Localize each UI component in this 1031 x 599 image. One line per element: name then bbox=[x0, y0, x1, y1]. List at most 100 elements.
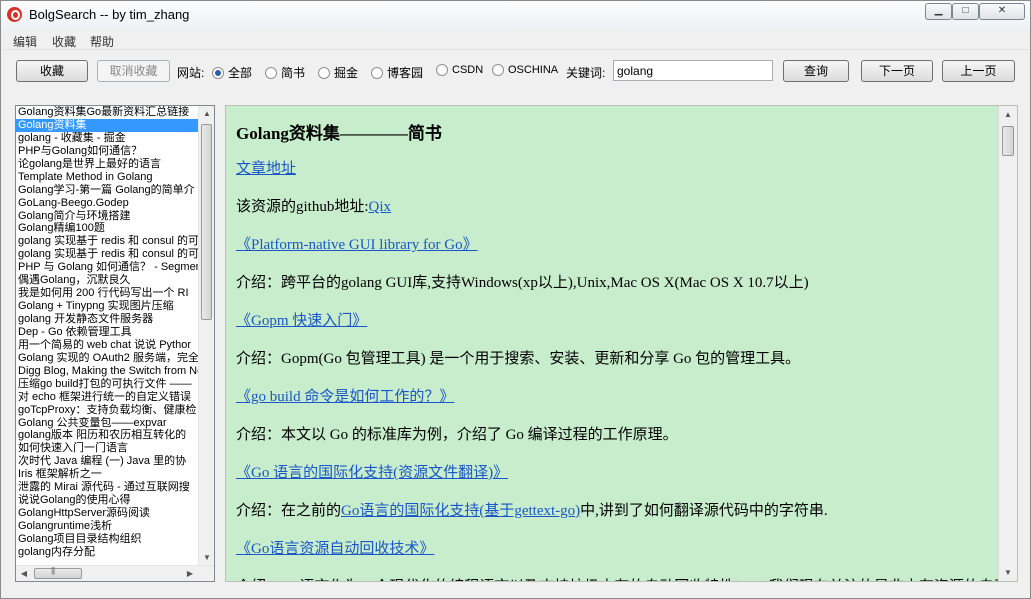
list-item[interactable]: Golang精编100题 bbox=[16, 222, 200, 235]
list-item[interactable]: golang内存分配 bbox=[16, 546, 200, 559]
minimize-icon: ▁ bbox=[934, 5, 943, 16]
list-item[interactable]: 对 echo 框架进行统一的自定义错误 bbox=[16, 391, 200, 404]
github-prefix: 该资源的github地址: bbox=[236, 199, 369, 215]
scroll-down-arrow-icon[interactable]: ▼ bbox=[199, 550, 214, 566]
list-item[interactable]: GoLang-Beego.Godep bbox=[16, 197, 200, 210]
article-link[interactable]: 《Gopm 快速入门》 bbox=[236, 313, 367, 329]
site-radio-oschina[interactable]: OSCHINA bbox=[492, 64, 558, 76]
scroll-up-arrow-icon[interactable]: ▲ bbox=[999, 106, 1017, 123]
list-scroll-thumb[interactable] bbox=[201, 124, 212, 320]
list-item[interactable]: Golangruntime浅析 bbox=[16, 520, 200, 533]
list-hscroll-thumb[interactable] bbox=[34, 566, 82, 579]
article-scrollbar[interactable]: ▲ ▼ bbox=[998, 106, 1017, 581]
scroll-right-arrow-icon[interactable]: ▶ bbox=[182, 566, 198, 581]
site-radio-label: 全部 bbox=[228, 66, 253, 80]
menu-bar: 编辑 收藏 帮助 bbox=[2, 30, 1029, 50]
article-description: 介绍：Go语言作为一个现代化的编程语言以及支持垃圾内存的自动回收特性(GC).我… bbox=[236, 579, 999, 581]
list-item[interactable]: golang 实现基于 redis 和 consul 的可 bbox=[16, 248, 200, 261]
site-radio-jianshu[interactable]: 简书 bbox=[265, 64, 305, 81]
maximize-icon: □ bbox=[962, 5, 969, 16]
maximize-button[interactable]: □ bbox=[952, 3, 979, 20]
list-item[interactable]: golang - 收藏集 - 掘金 bbox=[16, 132, 200, 145]
article-link[interactable]: 《Go语言资源自动回收技术》 bbox=[236, 541, 434, 557]
window-title: BolgSearch -- by tim_zhang bbox=[29, 7, 190, 22]
list-item[interactable]: 论golang是世界上最好的语言 bbox=[16, 158, 200, 171]
list-item[interactable]: Template Method in Golang bbox=[16, 171, 200, 184]
unfavorite-button[interactable]: 取消收藏 bbox=[97, 60, 170, 82]
github-link[interactable]: Qix bbox=[369, 199, 392, 215]
list-item[interactable]: Golang 实现的 OAuth2 服务端，完全 bbox=[16, 352, 200, 365]
list-item[interactable]: Golang项目目录结构组织 bbox=[16, 533, 200, 546]
site-radio-all[interactable]: 全部 bbox=[212, 64, 252, 81]
list-item[interactable]: PHP与Golang如何通信？ bbox=[16, 145, 200, 158]
list-item[interactable]: golang 开发静态文件服务器 bbox=[16, 313, 200, 326]
scroll-down-arrow-icon[interactable]: ▼ bbox=[999, 564, 1017, 581]
list-item[interactable]: GolangHttpServer源码阅读 bbox=[16, 507, 200, 520]
list-item[interactable]: 用一个简易的 web chat 说说 Pythor bbox=[16, 339, 200, 352]
prev-page-button[interactable]: 上一页 bbox=[942, 60, 1015, 82]
list-item[interactable]: Golang学习-第一篇 Golang的简单介 bbox=[16, 184, 200, 197]
list-item[interactable]: 次时代 Java 编程 (一) Java 里的协 bbox=[16, 455, 200, 468]
menu-favorites[interactable]: 收藏 bbox=[52, 33, 76, 50]
site-radio-juejin[interactable]: 掘金 bbox=[318, 64, 358, 81]
site-radio-cnblogs[interactable]: 博客园 bbox=[371, 64, 423, 81]
list-item[interactable]: 压缩go build打包的可执行文件 —— bbox=[16, 378, 200, 391]
list-item[interactable]: 如何快速入门一门语言 bbox=[16, 442, 200, 455]
article-description-suffix: 中,讲到了如何翻译源代码中的字符串. bbox=[580, 503, 828, 519]
menu-edit[interactable]: 编辑 bbox=[13, 33, 37, 50]
list-item[interactable]: PHP 与 Golang 如何通信？ - Segmen bbox=[16, 261, 200, 274]
menu-help[interactable]: 帮助 bbox=[90, 33, 114, 50]
next-page-button[interactable]: 下一页 bbox=[861, 60, 933, 82]
article-link[interactable]: 《Go 语言的国际化支持(资源文件翻译)》 bbox=[236, 465, 508, 481]
article-entries: 《Platform-native GUI library for Go》介绍：跨… bbox=[236, 235, 999, 581]
site-radio-label: 掘金 bbox=[334, 66, 359, 80]
site-label: 网站: bbox=[177, 66, 205, 80]
search-button[interactable]: 查询 bbox=[783, 60, 849, 82]
close-button[interactable]: ✕ bbox=[979, 3, 1025, 20]
list-item[interactable]: 我是如何用 200 行代码写出一个 RI bbox=[16, 287, 200, 300]
title-bar[interactable]: BolgSearch -- by tim_zhang ▁ □ ✕ bbox=[1, 1, 1030, 29]
list-item[interactable]: Golang资料集 bbox=[16, 118, 200, 132]
list-item[interactable]: Golang + Tinypng 实现图片压缩 bbox=[16, 300, 200, 313]
keyword-input[interactable] bbox=[613, 60, 773, 81]
list-horizontal-scrollbar[interactable]: ◀ ▶ bbox=[16, 565, 214, 581]
site-radio-csdn[interactable]: CSDN bbox=[436, 64, 483, 76]
result-list-items: Golang资料集Go最新资料汇总链接 Golang资料集 golang - 收藏集… bbox=[16, 106, 200, 566]
list-item[interactable]: Digg Blog, Making the Switch from Noc bbox=[16, 365, 200, 378]
article-description: 介绍：本文以 Go 的标准库为例，介绍了 Go 编译过程的工作原理。 bbox=[236, 427, 678, 443]
article-scroll-thumb[interactable] bbox=[1002, 126, 1014, 156]
toolbar: 收藏 取消收藏 网站: 全部 简书 掘金 博客园 CSDN OSCHINA 关键… bbox=[1, 51, 1030, 91]
list-item[interactable]: 泄露的 Mirai 源代码 - 通过互联网搜 bbox=[16, 481, 200, 494]
radio-unselected-icon bbox=[436, 64, 448, 76]
list-item[interactable]: Golang 公共变量包——expvar bbox=[16, 417, 200, 430]
scroll-left-arrow-icon[interactable]: ◀ bbox=[16, 566, 32, 581]
article-link[interactable]: 《go build 命令是如何工作的？》 bbox=[236, 389, 454, 405]
list-item[interactable]: goTcpProxy：支持负载均衡、健康检 bbox=[16, 404, 200, 417]
article-link[interactable]: 《Platform-native GUI library for Go》 bbox=[236, 237, 478, 253]
list-item[interactable]: Golang简介与环境搭建 bbox=[16, 210, 200, 223]
article-description: 介绍：在之前的 bbox=[236, 503, 342, 519]
list-item[interactable]: Iris 框架解析之一 bbox=[16, 468, 200, 481]
list-vertical-scrollbar[interactable]: ▲ ▼ bbox=[198, 106, 214, 566]
scroll-up-arrow-icon[interactable]: ▲ bbox=[199, 106, 214, 122]
favorite-button[interactable]: 收藏 bbox=[16, 60, 88, 82]
close-icon: ✕ bbox=[997, 5, 1007, 16]
list-item[interactable]: 说说Golang的使用心得 bbox=[16, 494, 200, 507]
keyword-label: 关键词: bbox=[566, 66, 606, 80]
app-window: BolgSearch -- by tim_zhang ▁ □ ✕ 编辑 收藏 帮… bbox=[0, 0, 1031, 599]
list-item[interactable]: 偶遇Golang，沉默良久 bbox=[16, 274, 200, 287]
article-panel: Golang资料集————简书 文章地址 该资源的github地址:Qix 《P… bbox=[225, 105, 1018, 582]
list-item[interactable]: Golang资料集Go最新资料汇总链接 bbox=[16, 106, 200, 119]
article-description: 介绍：Gopm(Go 包管理工具) 是一个用于搜索、安装、更新和分享 Go 包的… bbox=[236, 351, 801, 367]
minimize-button[interactable]: ▁ bbox=[925, 3, 952, 20]
radio-unselected-icon bbox=[492, 64, 504, 76]
list-item[interactable]: golang 实现基于 redis 和 consul 的可 bbox=[16, 235, 200, 248]
list-item[interactable]: Dep - Go 依赖管理工具 bbox=[16, 326, 200, 339]
article-description: 介绍：跨平台的golang GUI库,支持Windows(xp以上),Unix,… bbox=[236, 275, 809, 291]
list-item[interactable]: golang版本 阳历和农历相互转化的 bbox=[16, 429, 200, 442]
article-title: Golang资料集————简书 bbox=[236, 124, 442, 143]
inline-link[interactable]: Go语言的国际化支持(基于gettext-go) bbox=[341, 503, 580, 519]
source-link[interactable]: 文章地址 bbox=[236, 161, 296, 177]
radio-unselected-icon bbox=[318, 66, 330, 79]
site-radio-label: CSDN bbox=[452, 64, 484, 76]
